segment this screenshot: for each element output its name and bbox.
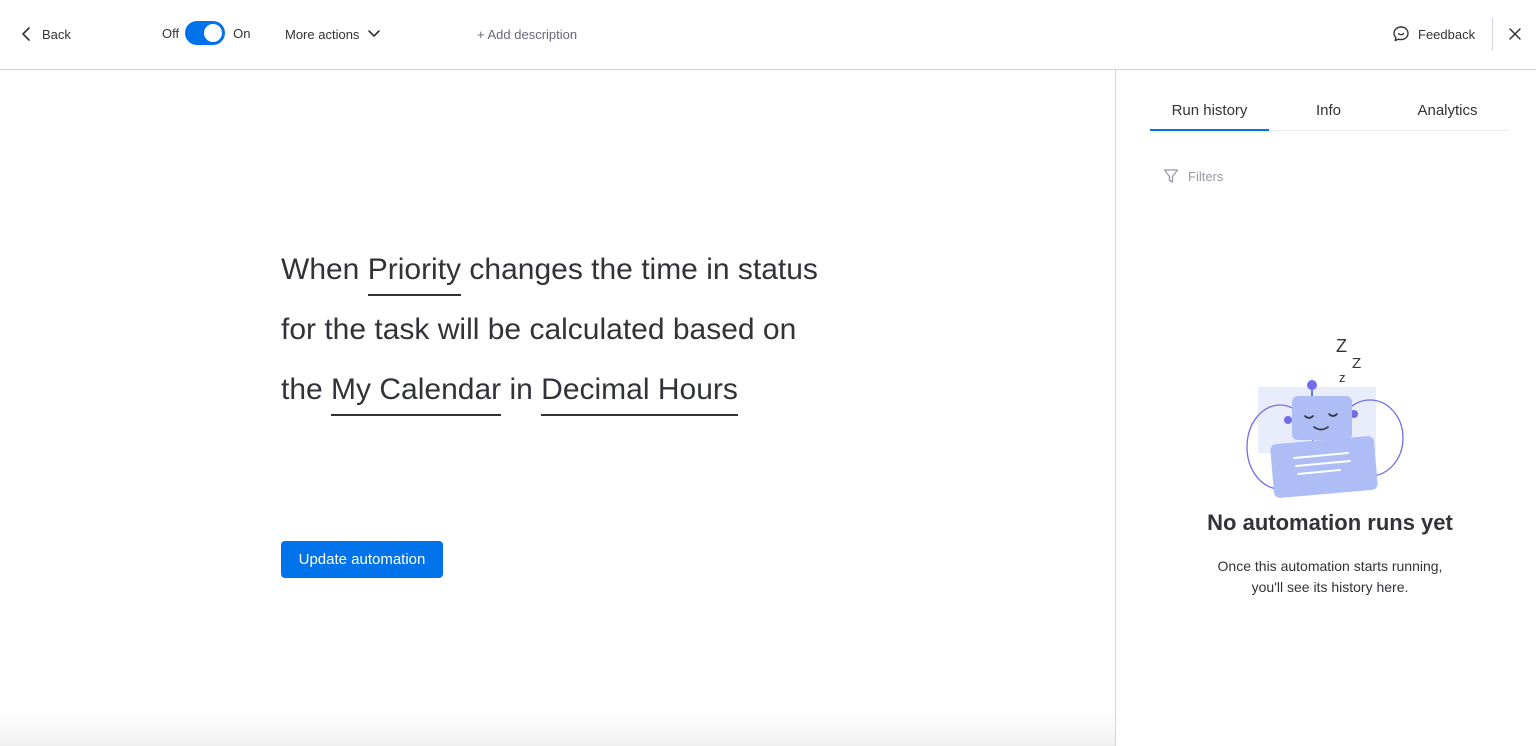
automation-recipe: When Priority changes the time in status… bbox=[281, 240, 821, 420]
close-button[interactable] bbox=[1504, 23, 1526, 45]
update-automation-button[interactable]: Update automation bbox=[281, 541, 443, 578]
back-label: Back bbox=[42, 26, 71, 42]
sleeping-robot-illustration: Z Z z bbox=[1246, 336, 1404, 498]
header-divider bbox=[1492, 18, 1493, 50]
calendar-field[interactable]: My Calendar bbox=[331, 370, 502, 416]
empty-state-text: Once this automation starts running, you… bbox=[1160, 556, 1500, 598]
empty-state-line-2: you'll see its history here. bbox=[1251, 579, 1409, 595]
filter-icon bbox=[1163, 169, 1179, 183]
add-description-button[interactable]: + Add description bbox=[477, 22, 577, 46]
tab-info[interactable]: Info bbox=[1269, 94, 1388, 130]
svg-text:Z: Z bbox=[1336, 336, 1347, 356]
more-actions-dropdown[interactable]: More actions bbox=[285, 22, 381, 46]
bottom-shadow bbox=[0, 710, 1115, 746]
tab-run-history[interactable]: Run history bbox=[1150, 94, 1269, 131]
feedback-button[interactable]: Feedback bbox=[1392, 22, 1475, 46]
feedback-label: Feedback bbox=[1418, 26, 1476, 42]
chevron-down-icon bbox=[368, 30, 381, 37]
svg-text:z: z bbox=[1339, 370, 1346, 385]
panel-divider bbox=[1115, 70, 1116, 746]
toggle-on-label: On bbox=[233, 25, 251, 41]
empty-state-line-1: Once this automation starts running, bbox=[1217, 558, 1443, 574]
toggle-knob bbox=[204, 24, 223, 42]
automation-toggle[interactable] bbox=[185, 21, 226, 45]
chevron-left-icon bbox=[22, 27, 30, 41]
automation-toggle-group: Off On bbox=[162, 21, 250, 45]
feedback-icon bbox=[1393, 26, 1409, 42]
svg-text:Z: Z bbox=[1352, 355, 1361, 372]
panel-tabs: Run history Info Analytics bbox=[1150, 94, 1508, 131]
back-button[interactable]: Back bbox=[20, 22, 71, 46]
filters-button[interactable]: Filters bbox=[1163, 166, 1223, 186]
filters-label: Filters bbox=[1188, 168, 1224, 184]
more-actions-label: More actions bbox=[285, 26, 360, 42]
recipe-text-3: in bbox=[501, 373, 542, 406]
recipe-text-1: When bbox=[281, 253, 368, 286]
time-unit-field[interactable]: Decimal Hours bbox=[541, 370, 738, 416]
toggle-off-label: Off bbox=[162, 25, 180, 41]
close-icon bbox=[1509, 28, 1521, 40]
empty-state-title: No automation runs yet bbox=[1207, 510, 1453, 535]
priority-field[interactable]: Priority bbox=[367, 250, 462, 296]
tab-analytics[interactable]: Analytics bbox=[1388, 94, 1507, 130]
top-bar: Back Off On More actions + Add descripti… bbox=[0, 0, 1536, 70]
